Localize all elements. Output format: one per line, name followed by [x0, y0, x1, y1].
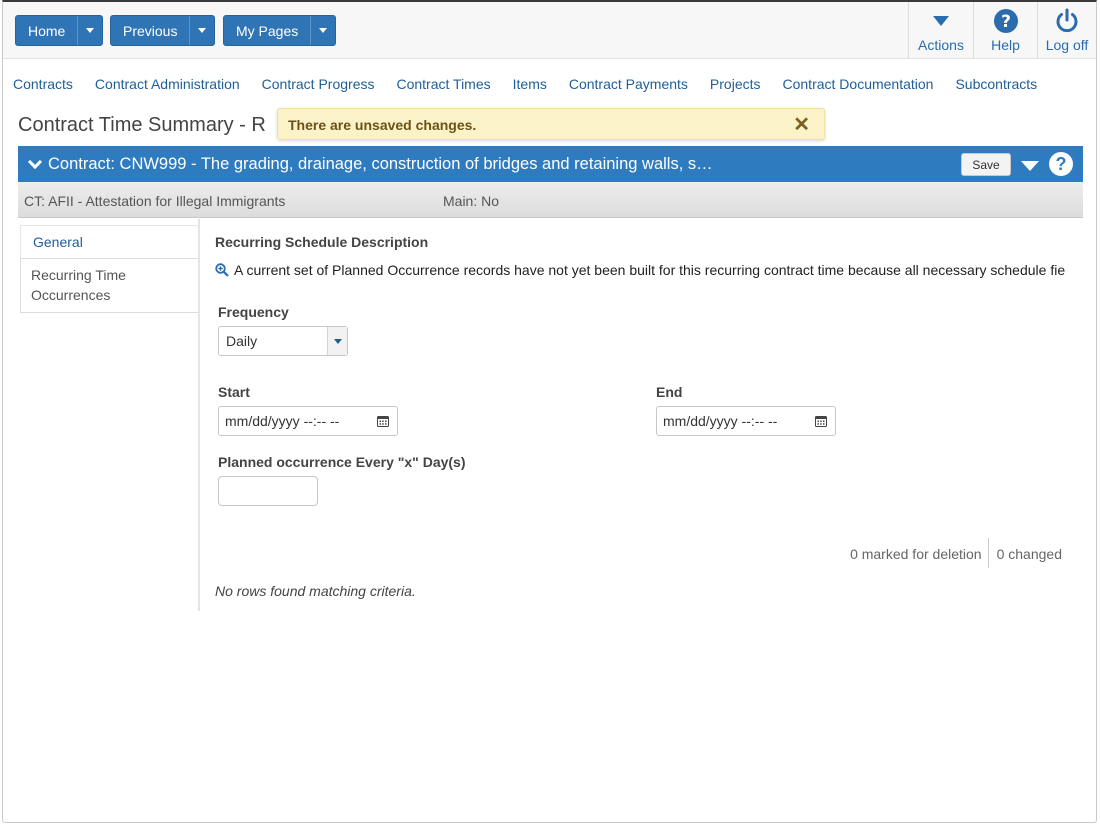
save-button[interactable]: Save [961, 153, 1011, 176]
menu-contract-administration[interactable]: Contract Administration [95, 76, 240, 92]
start-placeholder: mm/dd/yyyy --:-- -- [225, 413, 340, 429]
calendar-icon[interactable] [815, 415, 827, 427]
end-label: End [656, 384, 683, 400]
unsaved-changes-toast: There are unsaved changes. ✕ [277, 108, 825, 140]
home-button-group[interactable]: Home [15, 15, 104, 46]
changed-count: 0 changed [996, 546, 1062, 562]
end-placeholder: mm/dd/yyyy --:-- -- [663, 413, 778, 429]
schedule-description: A current set of Planned Occurrence reco… [215, 262, 1067, 278]
interval-label: Planned occurrence Every "x" Day(s) [218, 454, 466, 470]
menu-projects[interactable]: Projects [710, 76, 761, 92]
contract-header[interactable]: Contract: CNW999 - The grading, drainage… [18, 146, 1083, 182]
my-pages-button-group[interactable]: My Pages [223, 15, 337, 46]
help-icon[interactable]: ? [1049, 152, 1073, 176]
tab-divider [198, 219, 200, 611]
toast-message: There are unsaved changes. [288, 117, 477, 133]
frequency-label: Frequency [218, 304, 289, 320]
actions-button[interactable]: Actions [908, 2, 973, 59]
help-button[interactable]: ? Help [973, 2, 1037, 59]
help-icon: ? [993, 7, 1019, 35]
recurring-schedule-description-label: Recurring Schedule Description [215, 234, 429, 250]
page-title: Contract Time Summary - R [18, 114, 266, 136]
frequency-select[interactable]: Daily [218, 326, 348, 356]
previous-button-group[interactable]: Previous [110, 15, 216, 46]
tab-general[interactable]: General [20, 225, 200, 259]
change-counts: 0 marked for deletion 0 changed [850, 538, 1062, 568]
contract-type: CT: AFII - Attestation for Illegal Immig… [24, 193, 286, 209]
frequency-value: Daily [226, 333, 258, 349]
chevron-down-icon[interactable] [27, 154, 43, 170]
home-button[interactable]: Home [16, 16, 77, 45]
contract-subheader: CT: AFII - Attestation for Illegal Immig… [18, 182, 1083, 218]
main-menu: Contracts Contract Administration Contra… [13, 76, 1059, 92]
help-label: Help [991, 37, 1020, 53]
caret-down-icon[interactable] [1021, 161, 1039, 171]
end-datetime-input[interactable]: mm/dd/yyyy --:-- -- [656, 406, 836, 436]
description-text: A current set of Planned Occurrence reco… [234, 262, 1066, 278]
contract-title: Contract: CNW999 - The grading, drainage… [48, 154, 713, 173]
actions-label: Actions [918, 37, 964, 53]
calendar-icon[interactable] [377, 415, 389, 427]
start-label: Start [218, 384, 250, 400]
previous-button[interactable]: Previous [111, 16, 189, 45]
chevron-down-icon[interactable] [327, 327, 347, 355]
top-toolbar: Home Previous My Pages Actions ? Help Lo… [3, 2, 1096, 59]
close-icon[interactable]: ✕ [793, 115, 810, 135]
log-off-label: Log off [1045, 37, 1089, 53]
menu-items[interactable]: Items [513, 76, 547, 92]
contract-main: Main: No [443, 193, 500, 209]
svg-text:?: ? [1001, 12, 1011, 32]
power-icon [1054, 7, 1080, 35]
menu-contracts[interactable]: Contracts [13, 76, 73, 92]
my-pages-button[interactable]: My Pages [224, 16, 310, 45]
side-tabs: General Recurring Time Occurrences [20, 225, 200, 313]
start-datetime-input[interactable]: mm/dd/yyyy --:-- -- [218, 406, 398, 436]
app-window: Home Previous My Pages Actions ? Help Lo… [2, 0, 1097, 823]
empty-grid-message: No rows found matching criteria. [215, 583, 416, 599]
caret-down-icon [932, 7, 950, 35]
menu-contract-documentation[interactable]: Contract Documentation [783, 76, 934, 92]
menu-subcontracts[interactable]: Subcontracts [955, 76, 1037, 92]
previous-dropdown-caret-icon[interactable] [189, 16, 214, 45]
menu-contract-times[interactable]: Contract Times [396, 76, 490, 92]
menu-contract-payments[interactable]: Contract Payments [569, 76, 688, 92]
marked-for-deletion-count: 0 marked for deletion [850, 538, 989, 568]
zoom-in-icon[interactable] [215, 263, 229, 277]
home-dropdown-caret-icon[interactable] [77, 16, 102, 45]
interval-input[interactable] [218, 476, 318, 506]
menu-contract-progress[interactable]: Contract Progress [262, 76, 375, 92]
tab-recurring-time-occurrences[interactable]: Recurring Time Occurrences [20, 258, 200, 313]
log-off-button[interactable]: Log off [1037, 2, 1096, 59]
my-pages-dropdown-caret-icon[interactable] [310, 16, 335, 45]
